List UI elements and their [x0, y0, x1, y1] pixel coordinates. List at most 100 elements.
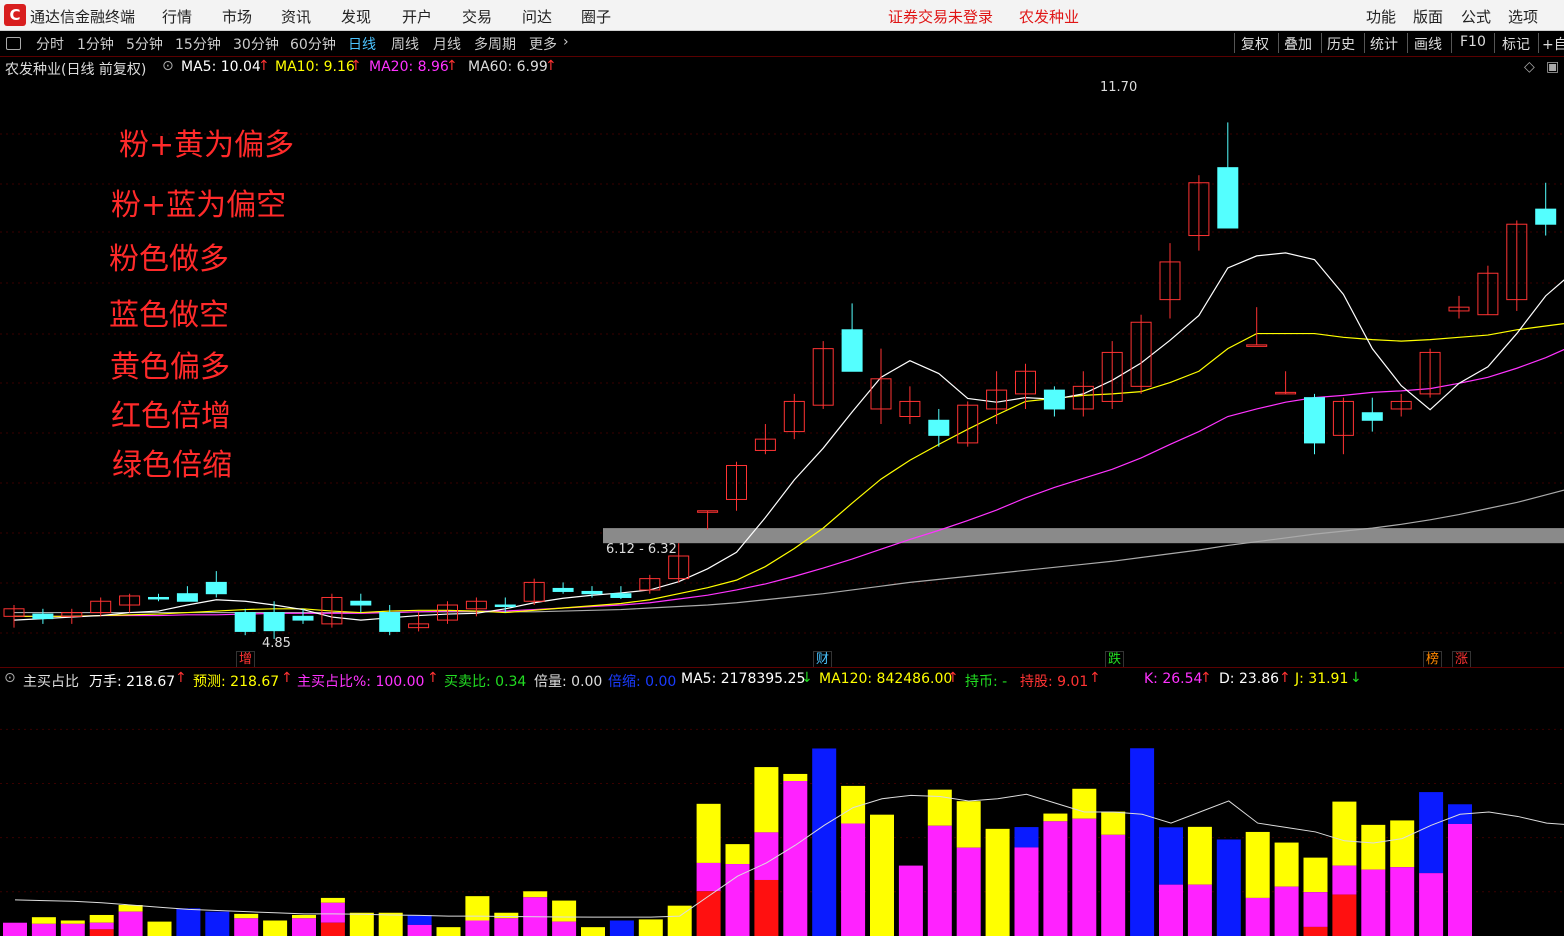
menu-banmian[interactable]: 版面: [1413, 6, 1443, 27]
tab-15min[interactable]: 15分钟: [175, 34, 221, 54]
volume-bar-pink: [494, 918, 519, 936]
marker-zhang[interactable]: 涨: [1452, 651, 1472, 668]
tab-monthly[interactable]: 月线: [433, 34, 461, 54]
tab-1min[interactable]: 1分钟: [77, 34, 114, 54]
f10-button[interactable]: F10: [1460, 34, 1486, 50]
marker-zeng[interactable]: 增: [236, 651, 256, 668]
volume-bar-pink: [1043, 821, 1068, 936]
tab-weekly[interactable]: 周线: [391, 34, 419, 54]
legend-line-1: 粉+黄为偏多: [119, 128, 295, 163]
volume-bar-pink: [783, 781, 808, 936]
tab-multi-period[interactable]: 多周期: [474, 34, 516, 54]
menu-wenda[interactable]: 问达: [522, 6, 552, 27]
chevron-right-icon[interactable]: ›: [563, 34, 569, 50]
arrow-up-icon: ↑: [175, 670, 187, 686]
fuquan-button[interactable]: 复权: [1241, 34, 1269, 54]
volume-bar-top: [956, 801, 981, 848]
volume-bar-pink: [118, 911, 143, 936]
arrow-up-icon: ↑: [947, 670, 959, 686]
login-status[interactable]: 证券交易未登录: [888, 6, 993, 27]
menu-shichang[interactable]: 市场: [222, 6, 252, 27]
volume-bar-top: [320, 897, 345, 903]
arrow-up-icon: ↑: [1089, 670, 1101, 686]
menu-kaihu[interactable]: 开户: [402, 6, 432, 27]
lishi-button[interactable]: 历史: [1327, 34, 1355, 54]
menu-hangqing[interactable]: 行情: [162, 6, 192, 27]
volume-bar-pink: [956, 847, 981, 936]
volume-bar-pink: [898, 865, 923, 936]
legend-line-7: 绿色倍缩: [112, 448, 232, 483]
sub-chevron-icon[interactable]: ⊙: [4, 670, 16, 686]
volume-bar-top: [927, 789, 952, 826]
arrow-up-icon: ↑: [427, 670, 439, 686]
volume-bar-red: [320, 922, 345, 936]
volume-bar-top: [1390, 820, 1415, 868]
volume-bar-pink: [927, 825, 952, 936]
volume-bar-top: [1043, 813, 1068, 822]
volume-bar-pink: [1245, 897, 1270, 936]
volume-bar-pink: [1361, 869, 1386, 936]
menu-quanzi[interactable]: 圈子: [581, 6, 611, 27]
tab-more[interactable]: 更多: [529, 34, 557, 54]
d-value: D: 23.86: [1219, 671, 1280, 687]
arrow-up-icon: ↑: [1279, 670, 1291, 686]
menu-xuanxiang[interactable]: 选项: [1508, 6, 1538, 27]
volume-bar-top: [1101, 811, 1126, 835]
volume-bar-pink: [1072, 818, 1097, 936]
volume-bar-top: [1130, 748, 1155, 936]
candle-body: [148, 596, 169, 600]
beisuo-value: 倍缩: 0.00: [608, 674, 677, 690]
volume-bar-pink: [696, 862, 721, 892]
volume-bar-red: [1303, 926, 1328, 936]
volume-bar-top: [985, 828, 1010, 936]
menu-gongneng[interactable]: 功能: [1366, 6, 1396, 27]
volume-bar-top: [1014, 827, 1039, 848]
candle-body: [32, 613, 54, 620]
menu-faxian[interactable]: 发现: [341, 6, 371, 27]
candle-body: [494, 604, 516, 608]
candle-body: [581, 590, 603, 595]
volume-bar-top: [609, 920, 634, 936]
biaoji-button[interactable]: 标记: [1502, 34, 1530, 54]
tab-fenshi[interactable]: 分时: [36, 34, 64, 54]
menu-zixun[interactable]: 资讯: [281, 6, 311, 27]
sub-chart-title: 主买占比: [23, 674, 79, 690]
add-button[interactable]: +自: [1542, 34, 1564, 54]
volume-bar-pink: [407, 924, 432, 936]
sidebar-toggle-icon[interactable]: [6, 37, 21, 50]
wanshou-value: 万手: 218.67: [89, 674, 176, 690]
volume-bar-top: [147, 921, 172, 936]
huaxian-button[interactable]: 画线: [1414, 34, 1442, 54]
tongji-button[interactable]: 统计: [1370, 34, 1398, 54]
volume-bar-pink: [841, 823, 866, 936]
candle-body: [1304, 397, 1325, 444]
low-price-label: 4.85: [262, 636, 291, 651]
volume-bar-top: [1216, 839, 1241, 936]
volume-bar-top: [378, 912, 403, 936]
volume-indicator-chart[interactable]: [0, 690, 1564, 936]
diejia-button[interactable]: 叠加: [1284, 34, 1312, 54]
volume-bar-top: [1419, 792, 1444, 874]
maimai-value: 买卖比: 0.34: [444, 674, 527, 690]
menu-jiaoyi[interactable]: 交易: [462, 6, 492, 27]
volume-bar-pink: [1101, 834, 1126, 936]
candle-body: [350, 600, 372, 606]
legend-line-4: 蓝色做空: [109, 298, 229, 333]
sub-ma120-value: MA120: 842486.00: [819, 671, 953, 687]
candle-body: [841, 329, 863, 372]
marker-die[interactable]: 跌: [1105, 651, 1125, 668]
volume-bar-top: [205, 911, 230, 936]
tab-daily[interactable]: 日线: [348, 34, 376, 54]
menu-gongshi[interactable]: 公式: [1461, 6, 1491, 27]
tab-60min[interactable]: 60分钟: [290, 34, 336, 54]
marker-bang[interactable]: 榜: [1423, 651, 1443, 668]
volume-bar-top: [754, 767, 779, 833]
beiliang-value: 倍量: 0.00: [534, 674, 603, 690]
volume-bar-top: [1245, 831, 1270, 898]
candle-body: [552, 587, 574, 592]
tab-30min[interactable]: 30分钟: [233, 34, 279, 54]
candle-body: [610, 593, 632, 598]
candle-body: [263, 612, 285, 632]
marker-cai[interactable]: 财: [813, 651, 833, 668]
tab-5min[interactable]: 5分钟: [126, 34, 163, 54]
